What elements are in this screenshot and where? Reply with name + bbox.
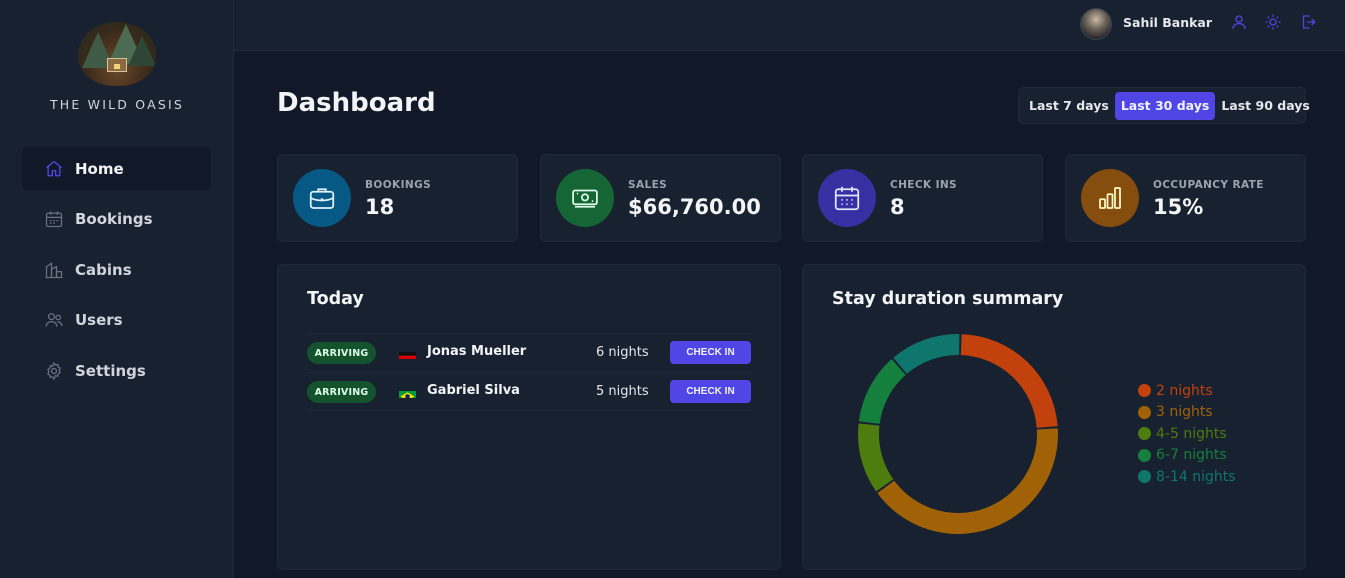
- account-button[interactable]: [1226, 11, 1252, 37]
- stay-nights: 6 nights: [596, 345, 649, 360]
- legend-label: 6-7 nights: [1156, 447, 1227, 464]
- legend-swatch: [1138, 448, 1151, 462]
- stat-label: CHECK INS: [890, 179, 958, 191]
- stat-card-occupancy: OCCUPANCY RATE 15%: [1065, 154, 1306, 242]
- stat-card-check-ins: CHECK INS 8: [802, 154, 1043, 242]
- chart-legend: 2 nights 3 nights 4-5 nights 6-7 nights 8-14…: [1138, 380, 1236, 488]
- stay-duration-panel: Stay duration summary 2 nights 3 nights 4-…: [802, 264, 1306, 570]
- logout-icon: [1299, 13, 1317, 35]
- stay-duration-donut-chart: [858, 334, 1058, 534]
- status-badge: ARRIVING: [307, 342, 376, 364]
- avatar[interactable]: [1080, 8, 1112, 40]
- calendar-icon: [44, 209, 64, 229]
- calendar-days-icon: [818, 169, 876, 227]
- donut-slice-3-nights[interactable]: [877, 428, 1058, 534]
- flag-brazil-icon: [399, 387, 416, 398]
- sidebar-item-users[interactable]: Users: [22, 299, 211, 342]
- cabin-icon: [44, 260, 64, 280]
- check-in-button[interactable]: CHECK IN: [670, 341, 751, 364]
- users-icon: [44, 310, 64, 330]
- gear-icon: [44, 361, 64, 381]
- sidebar-item-label: Users: [75, 311, 123, 329]
- legend-item[interactable]: 3 nights: [1138, 402, 1236, 424]
- date-range-filter: Last 7 days Last 30 days Last 90 days: [1018, 87, 1310, 124]
- brand-logo: [78, 22, 156, 86]
- legend-swatch: [1138, 427, 1151, 441]
- legend-label: 8-14 nights: [1156, 468, 1236, 485]
- sidebar-item-label: Cabins: [75, 260, 132, 279]
- sidebar-item-cabins[interactable]: Cabins: [22, 248, 211, 291]
- sun-icon: [1264, 13, 1282, 35]
- banknotes-icon: [556, 169, 614, 227]
- legend-label: 4-5 nights: [1156, 425, 1227, 442]
- guest-name: Gabriel Silva: [427, 383, 520, 398]
- today-title: Today: [307, 289, 364, 309]
- sidebar-item-home[interactable]: Home: [22, 147, 211, 190]
- legend-item[interactable]: 6-7 nights: [1138, 445, 1236, 467]
- status-badge: ARRIVING: [307, 381, 376, 403]
- legend-item[interactable]: 2 nights: [1138, 380, 1236, 402]
- donut-slice-2-nights[interactable]: [960, 334, 1058, 428]
- top-header: Sahil Bankar: [234, 0, 1345, 51]
- guest-name: Jonas Mueller: [427, 344, 527, 359]
- stat-value: $66,760.00: [628, 195, 761, 219]
- stat-card-bookings: BOOKINGS 18: [277, 154, 518, 242]
- flag-germany-icon: [399, 348, 416, 359]
- filter-last-7-days[interactable]: Last 7 days: [1023, 92, 1115, 120]
- stat-value: 18: [365, 195, 395, 219]
- today-activity-list: ARRIVING Jonas Mueller 6 nights CHECK IN…: [307, 333, 753, 411]
- donut-slice-6-7-nights[interactable]: [858, 359, 906, 424]
- chart-bar-icon: [1081, 169, 1139, 227]
- donut-slice-4-5-nights[interactable]: [858, 423, 894, 492]
- home-icon: [44, 159, 64, 179]
- legend-label: 3 nights: [1156, 404, 1213, 421]
- sidebar-item-label: Settings: [75, 361, 146, 380]
- dark-mode-toggle[interactable]: [1260, 11, 1286, 37]
- stat-value: 8: [890, 195, 905, 219]
- check-in-button[interactable]: CHECK IN: [670, 380, 751, 403]
- list-item: ARRIVING Gabriel Silva 5 nights CHECK IN: [307, 372, 753, 411]
- stat-label: SALES: [628, 179, 668, 191]
- filter-last-90-days[interactable]: Last 90 days: [1215, 92, 1316, 120]
- legend-item[interactable]: 4-5 nights: [1138, 423, 1236, 445]
- user-name: Sahil Bankar: [1123, 15, 1213, 30]
- stat-card-sales: SALES $66,760.00: [540, 154, 781, 242]
- legend-item[interactable]: 8-14 nights: [1138, 466, 1236, 488]
- logout-button[interactable]: [1295, 11, 1321, 37]
- brand-name: THE WILD OASIS: [49, 97, 185, 112]
- stat-label: OCCUPANCY RATE: [1153, 179, 1264, 191]
- stay-nights: 5 nights: [596, 384, 649, 399]
- stat-value: 15%: [1153, 195, 1204, 219]
- stat-label: BOOKINGS: [365, 179, 432, 191]
- filter-last-30-days[interactable]: Last 30 days: [1114, 91, 1216, 120]
- sidebar-item-label: Home: [75, 159, 124, 178]
- today-panel: Today ARRIVING Jonas Mueller 6 nights CH…: [277, 264, 781, 570]
- sidebar: THE WILD OASIS Home Bookings Cabins User…: [0, 0, 234, 578]
- sidebar-item-bookings[interactable]: Bookings: [22, 198, 211, 241]
- donut-slice-8-14-nights[interactable]: [893, 334, 960, 374]
- briefcase-icon: [293, 169, 351, 227]
- legend-label: 2 nights: [1156, 382, 1213, 399]
- legend-swatch: [1138, 384, 1151, 398]
- list-item: ARRIVING Jonas Mueller 6 nights CHECK IN: [307, 333, 753, 372]
- stay-duration-title: Stay duration summary: [832, 289, 1064, 309]
- sidebar-item-settings[interactable]: Settings: [22, 349, 211, 392]
- user-icon: [1230, 13, 1248, 35]
- sidebar-nav: Home Bookings Cabins Users Settings: [22, 147, 211, 400]
- legend-swatch: [1138, 470, 1151, 484]
- sidebar-item-label: Bookings: [75, 210, 153, 228]
- legend-swatch: [1138, 405, 1151, 419]
- page-title: Dashboard: [277, 88, 436, 118]
